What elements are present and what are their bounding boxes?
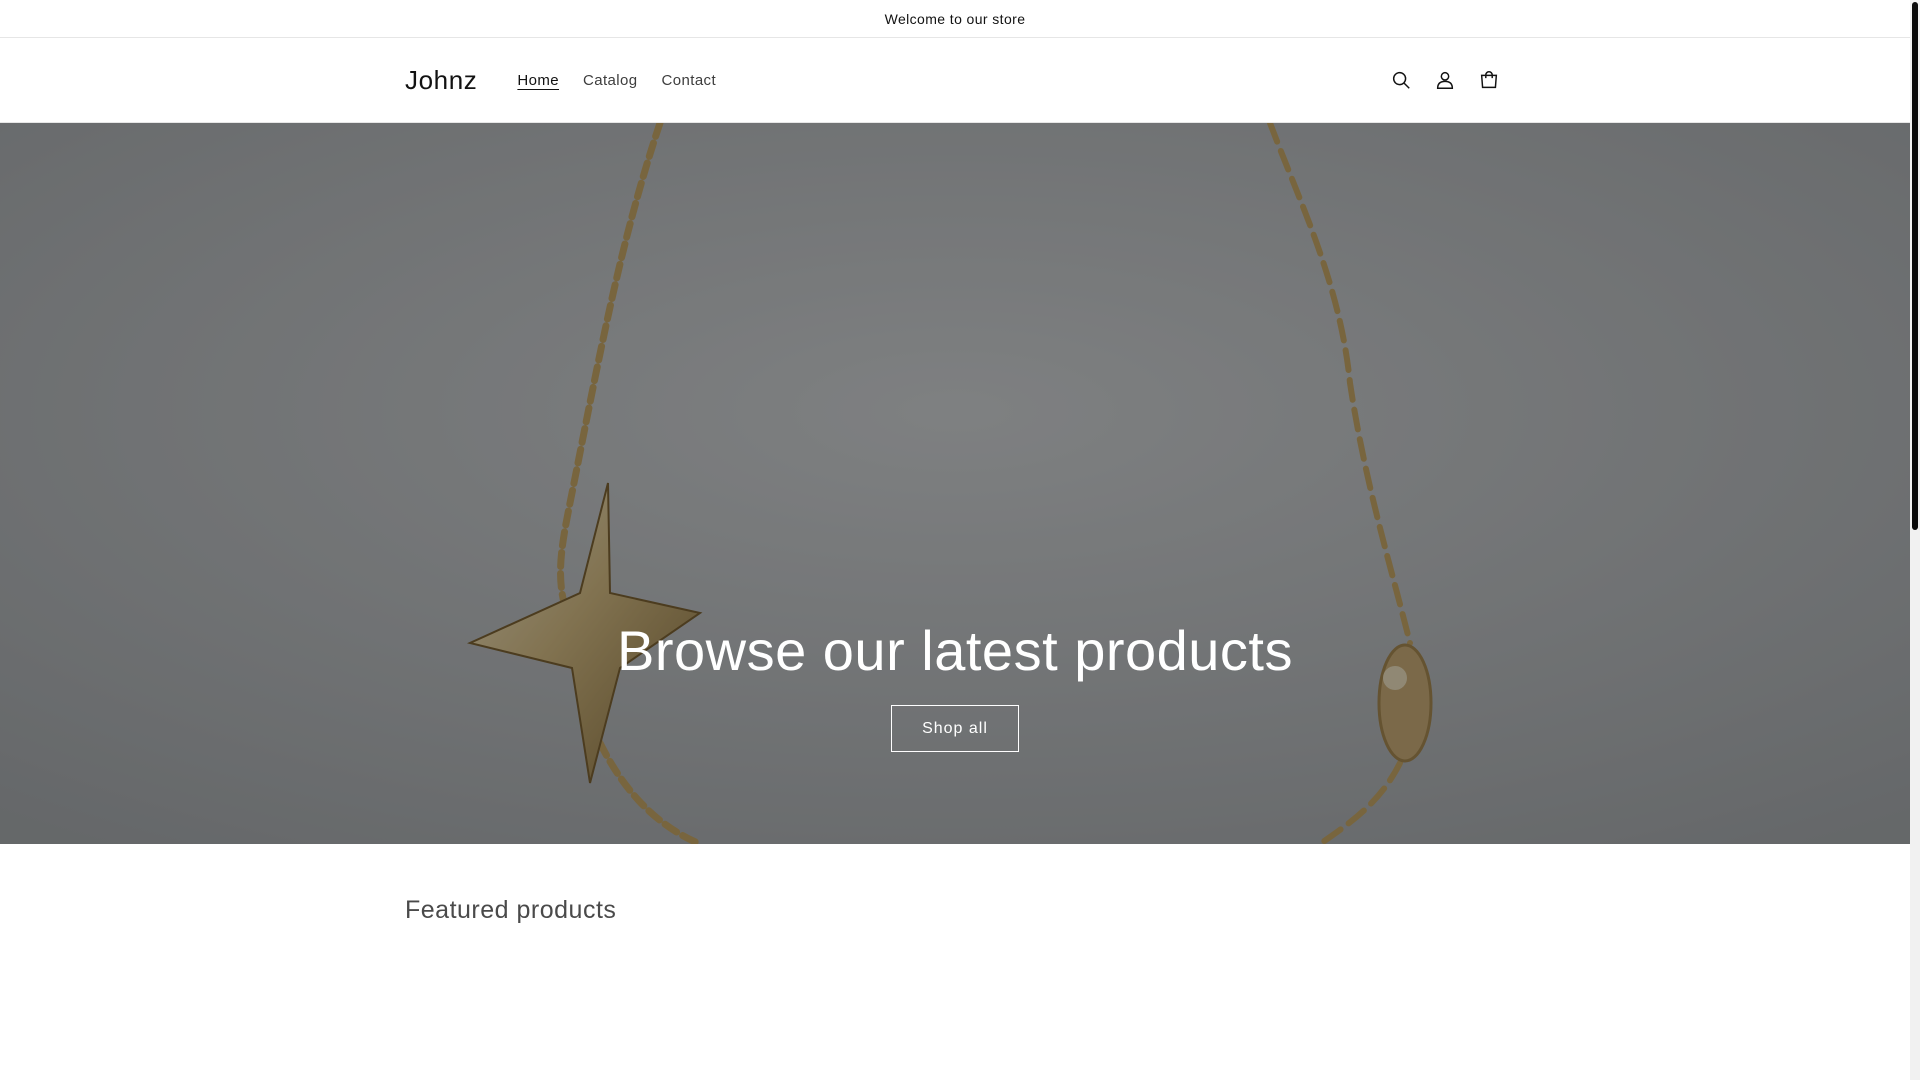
page: Welcome to our store Johnz Home Catalog …: [0, 0, 1920, 1080]
header-icons: [1385, 64, 1505, 96]
viewport: Welcome to our store Johnz Home Catalog …: [0, 0, 1910, 1080]
store-logo[interactable]: Johnz: [405, 65, 477, 96]
account-icon[interactable]: [1429, 64, 1461, 96]
shop-all-button[interactable]: Shop all: [891, 705, 1019, 752]
site-header: Johnz Home Catalog Contact: [0, 38, 1910, 123]
nav-catalog[interactable]: Catalog: [571, 72, 650, 89]
scrollbar-thumb[interactable]: [1912, 2, 1918, 530]
hero-title: Browse our latest products: [617, 619, 1293, 682]
main-nav: Home Catalog Contact: [505, 72, 728, 89]
nav-home[interactable]: Home: [505, 72, 571, 89]
cart-icon[interactable]: [1473, 64, 1505, 96]
featured-title: Featured products: [405, 896, 617, 924]
featured-section: Featured products: [0, 844, 1910, 925]
search-icon[interactable]: [1385, 64, 1417, 96]
announcement-text: Welcome to our store: [884, 10, 1026, 27]
hero-content: Browse our latest products Shop all: [0, 618, 1910, 752]
nav-contact[interactable]: Contact: [650, 72, 729, 89]
scrollbar[interactable]: [1910, 0, 1920, 1080]
hero-banner: Browse our latest products Shop all: [0, 123, 1910, 844]
header-inner: Johnz Home Catalog Contact: [405, 38, 1505, 122]
announcement-bar: Welcome to our store: [0, 0, 1910, 38]
